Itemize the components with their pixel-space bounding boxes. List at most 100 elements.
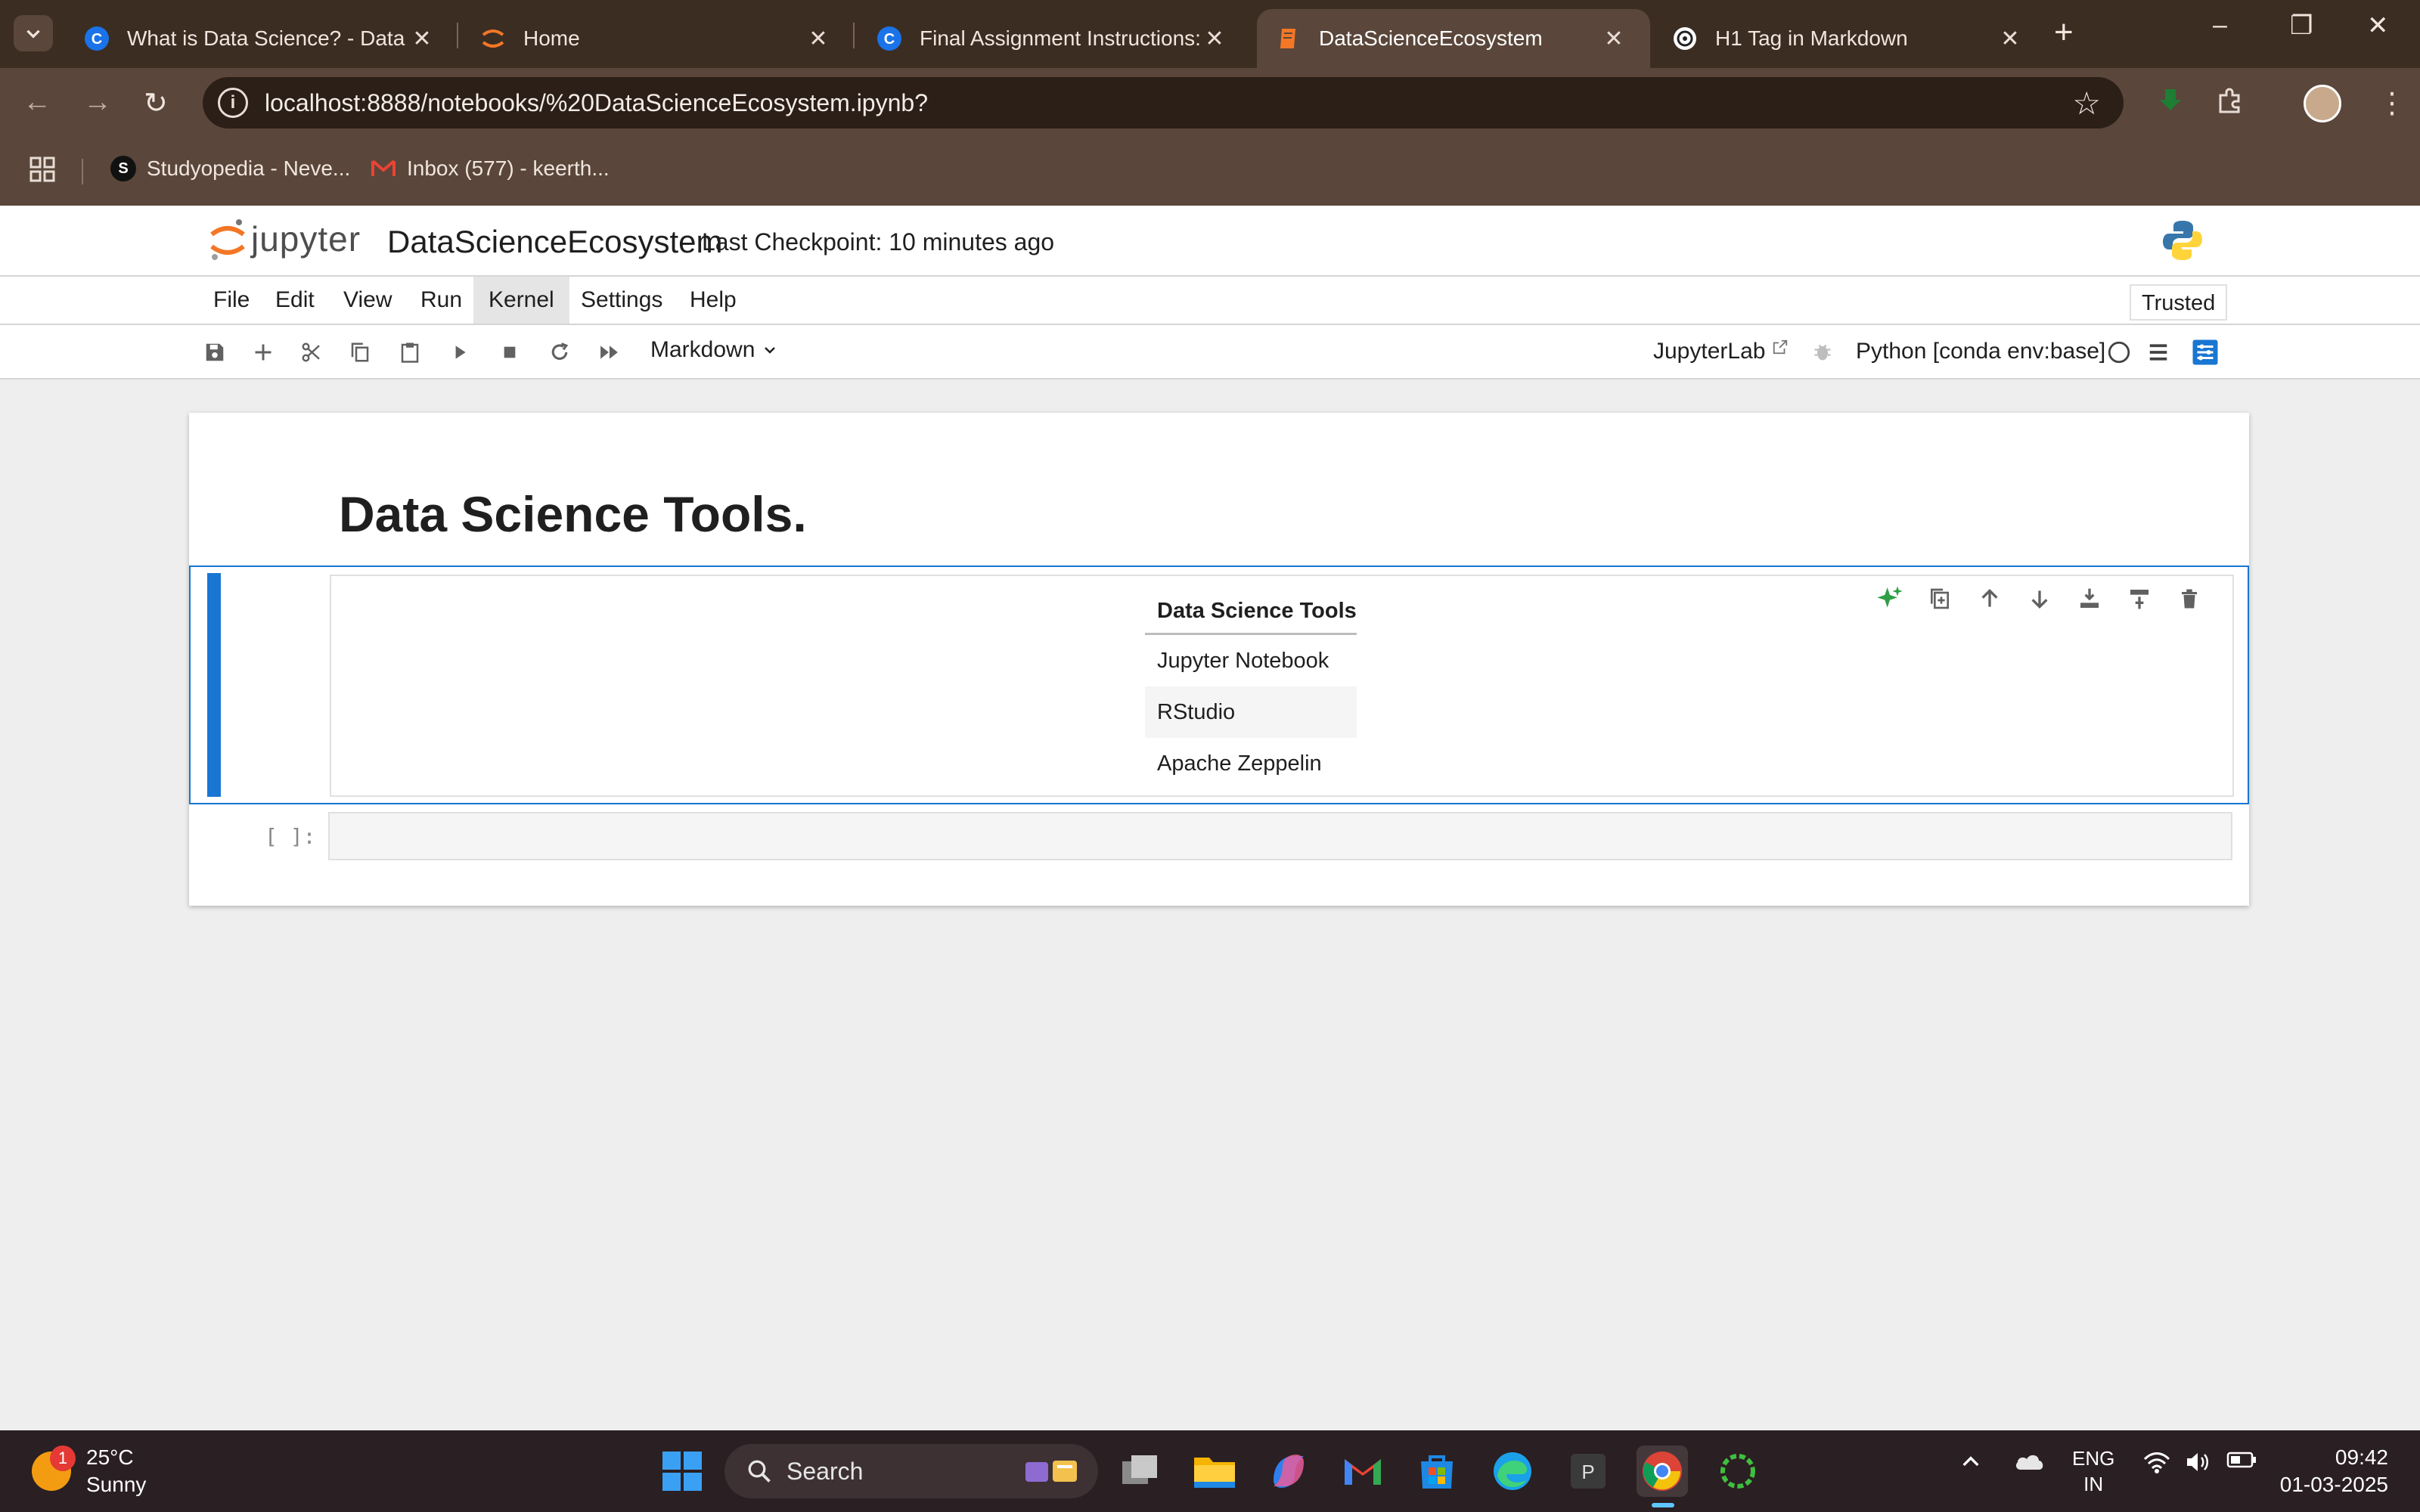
new-tab-button[interactable]: + (2054, 14, 2074, 51)
bookmark-gmail[interactable]: Inbox (577) - keerth... (371, 156, 610, 181)
active-app-indicator (1652, 1503, 1674, 1507)
extensions-icon[interactable] (2216, 86, 2245, 122)
menu-help[interactable]: Help (675, 277, 752, 324)
bookmark-star-icon[interactable]: ☆ (2072, 85, 2101, 122)
reload-icon[interactable]: ↻ (144, 86, 168, 120)
tab-title: DataScienceEcosystem (1319, 26, 1543, 50)
browser-tab-5[interactable]: H1 Tag in Markdown ✕ (1653, 9, 2046, 68)
kernel-name[interactable]: Python [conda env:base] (1856, 339, 2105, 364)
gmail-taskbar-icon[interactable] (1337, 1445, 1388, 1497)
menu-edit[interactable]: Edit (260, 277, 330, 324)
url-text[interactable]: localhost:8888/notebooks/%20DataScienceE… (265, 89, 2072, 117)
debugger-icon[interactable] (1809, 339, 1836, 366)
notebook-title[interactable]: DataScienceEcosystem (387, 224, 723, 260)
cell-collapser[interactable] (207, 573, 221, 797)
insert-below-icon[interactable] (2065, 582, 2114, 615)
bookmark-separator (82, 159, 83, 184)
browser-tab-2[interactable]: Home ✕ (461, 9, 855, 68)
browser-tab-1[interactable]: C What is Data Science? - Data li ✕ (65, 9, 458, 68)
onedrive-icon[interactable] (2013, 1450, 2045, 1479)
more-menu-icon[interactable]: ⋮ (2378, 86, 2406, 120)
tab-separator (457, 23, 458, 48)
bookmark-label: Inbox (577) - keerth... (407, 156, 610, 180)
toc-icon[interactable] (2145, 339, 2172, 366)
tools-table: Data Science Tools Jupyter Notebook RStu… (1145, 587, 1357, 789)
menu-settings[interactable]: Settings (566, 277, 678, 324)
back-arrow-icon[interactable]: ← (23, 86, 51, 119)
tab-title: Final Assignment Instructions: ( (920, 26, 1201, 50)
markdown-heading[interactable]: Data Science Tools. (339, 485, 807, 543)
profile-avatar[interactable] (2304, 85, 2341, 122)
weather-widget[interactable]: 1 25°C Sunny (32, 1444, 146, 1498)
notebook-panel: Data Science Tools. Data Science Tools J… (189, 413, 2249, 906)
menu-kernel[interactable]: Kernel (473, 277, 569, 324)
browser-tab-4-active[interactable]: DataScienceEcosystem ✕ (1257, 9, 1650, 68)
restart-icon[interactable] (546, 339, 573, 366)
p-app-icon[interactable]: P (1562, 1445, 1614, 1497)
minimize-icon[interactable]: – (2213, 11, 2227, 40)
bookmark-studyopedia[interactable]: S Studyopedia - Neve... (110, 156, 350, 181)
trusted-indicator[interactable]: Trusted (2130, 284, 2228, 321)
tab-search-button[interactable] (14, 15, 53, 51)
markdown-rendered-area[interactable]: Data Science Tools Jupyter Notebook RStu… (330, 575, 2234, 797)
loading-app-icon[interactable] (1712, 1445, 1764, 1497)
restore-icon[interactable]: ❐ (2290, 11, 2313, 41)
apps-grid-icon[interactable] (29, 156, 56, 183)
jupyter-logo[interactable]: jupyter (209, 216, 361, 262)
wifi-icon[interactable] (2143, 1450, 2170, 1480)
language-indicator[interactable]: ENG IN (2072, 1445, 2114, 1497)
close-window-icon[interactable]: ✕ (2367, 11, 2389, 41)
file-explorer-icon[interactable] (1189, 1445, 1240, 1497)
run-icon[interactable] (446, 339, 473, 366)
windows-start-icon[interactable] (661, 1450, 703, 1492)
close-icon[interactable]: ✕ (805, 26, 832, 52)
jupyterlab-link[interactable]: JupyterLab (1653, 339, 1789, 364)
task-view-icon[interactable] (1115, 1445, 1166, 1497)
edge-icon[interactable] (1487, 1445, 1538, 1497)
cell-type-dropdown[interactable]: Markdown (650, 337, 779, 363)
microsoft-store-icon[interactable] (1411, 1445, 1463, 1497)
property-inspector-icon[interactable] (2192, 339, 2219, 366)
close-icon[interactable]: ✕ (1201, 26, 1228, 52)
move-up-icon[interactable] (1965, 582, 2015, 615)
table-header: Data Science Tools (1145, 587, 1357, 635)
gmail-icon (371, 156, 396, 181)
address-bar[interactable]: i localhost:8888/notebooks/%20DataScienc… (203, 77, 2124, 129)
cell-type-label: Markdown (650, 337, 755, 362)
add-cell-icon[interactable] (250, 339, 277, 366)
empty-code-cell[interactable]: [ ]: (189, 812, 2249, 875)
site-info-icon[interactable]: i (218, 88, 248, 118)
active-markdown-cell[interactable]: Data Science Tools Jupyter Notebook RStu… (189, 565, 2249, 804)
chrome-icon[interactable] (1637, 1445, 1688, 1497)
copilot-icon[interactable] (1263, 1445, 1314, 1497)
menu-view[interactable]: View (328, 277, 407, 324)
browser-tab-3[interactable]: C Final Assignment Instructions: ( ✕ (858, 9, 1251, 68)
ai-sparkle-icon[interactable] (1865, 582, 1915, 615)
menu-run[interactable]: Run (405, 277, 477, 324)
download-icon[interactable] (2157, 86, 2184, 121)
close-icon[interactable]: ✕ (1996, 26, 2024, 52)
forward-arrow-icon[interactable]: → (83, 86, 112, 119)
close-icon[interactable]: ✕ (408, 26, 436, 52)
delete-cell-icon[interactable] (2164, 582, 2214, 615)
copy-icon[interactable] (346, 339, 374, 366)
duplicate-cell-icon[interactable] (1915, 582, 1965, 615)
code-input[interactable] (328, 812, 2232, 860)
chevron-up-icon[interactable] (1959, 1450, 1983, 1480)
language-code: ENG (2072, 1447, 2115, 1470)
paste-icon[interactable] (396, 339, 424, 366)
save-icon[interactable] (201, 339, 228, 366)
cut-icon[interactable] (298, 339, 325, 366)
move-down-icon[interactable] (2015, 582, 2065, 615)
taskbar-search[interactable]: Search (724, 1444, 1098, 1498)
c-logo-icon: C (876, 25, 903, 52)
menu-file[interactable]: File (198, 277, 265, 324)
battery-icon[interactable] (2226, 1450, 2257, 1476)
fast-forward-icon[interactable] (596, 339, 623, 366)
stop-icon[interactable] (496, 339, 523, 366)
system-clock[interactable]: 09:42 01-03-2025 (2279, 1444, 2388, 1498)
close-icon[interactable]: ✕ (1600, 26, 1627, 52)
insert-above-icon[interactable] (2114, 582, 2164, 615)
volume-icon[interactable] (2184, 1450, 2211, 1480)
search-icon (748, 1460, 771, 1483)
